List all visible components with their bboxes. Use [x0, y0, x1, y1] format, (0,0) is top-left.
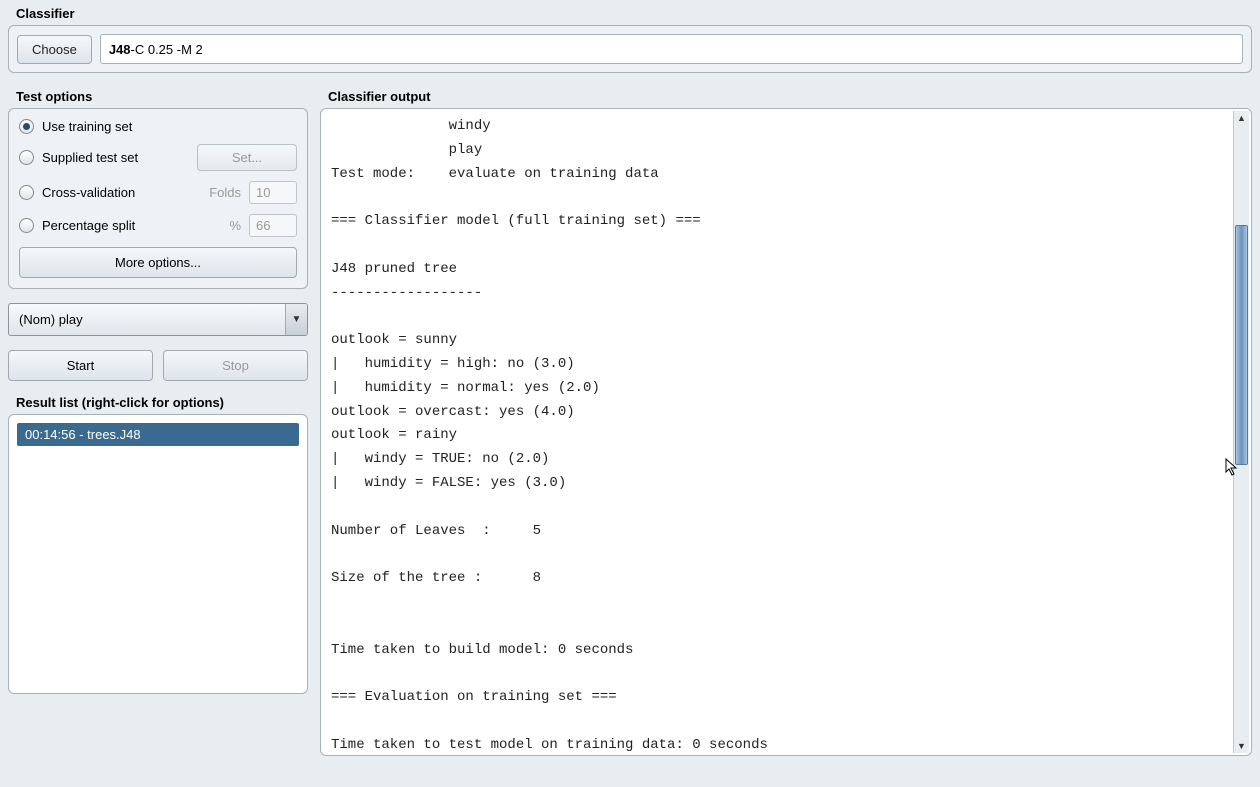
- label-use-training: Use training set: [42, 119, 297, 134]
- radio-cross-validation[interactable]: [19, 185, 34, 200]
- classifier-string[interactable]: J48 -C 0.25 -M 2: [100, 34, 1243, 64]
- choose-button[interactable]: Choose: [17, 35, 92, 64]
- classifier-params: -C 0.25 -M 2: [131, 42, 203, 57]
- classifier-title: Classifier: [8, 0, 1252, 25]
- test-options-title: Test options: [8, 83, 308, 108]
- scrollbar[interactable]: ▲ ▼: [1233, 111, 1249, 753]
- classifier-output-text[interactable]: windy play Test mode: evaluate on traini…: [323, 111, 1233, 753]
- label-supplied-test: Supplied test set: [42, 150, 189, 165]
- scroll-up-icon[interactable]: ▲: [1237, 111, 1246, 125]
- label-percentage-split: Percentage split: [42, 218, 193, 233]
- classifier-output-panel: windy play Test mode: evaluate on traini…: [320, 108, 1252, 756]
- start-button[interactable]: Start: [8, 350, 153, 381]
- class-attribute-select[interactable]: (Nom) play ▼: [8, 303, 308, 336]
- classifier-name: J48: [109, 42, 131, 57]
- scroll-down-icon[interactable]: ▼: [1237, 739, 1246, 753]
- set-button: Set...: [197, 144, 297, 171]
- result-item[interactable]: 00:14:56 - trees.J48: [17, 423, 299, 446]
- radio-supplied-test[interactable]: [19, 150, 34, 165]
- pct-label: %: [201, 218, 241, 233]
- radio-percentage-split[interactable]: [19, 218, 34, 233]
- result-list[interactable]: 00:14:56 - trees.J48: [8, 414, 308, 694]
- result-list-title: Result list (right-click for options): [8, 389, 308, 414]
- more-options-button[interactable]: More options...: [19, 247, 297, 278]
- folds-input[interactable]: [249, 181, 297, 204]
- class-attribute-value: (Nom) play: [9, 304, 285, 335]
- folds-label: Folds: [201, 185, 241, 200]
- label-cross-validation: Cross-validation: [42, 185, 193, 200]
- pct-input[interactable]: [249, 214, 297, 237]
- scroll-thumb[interactable]: [1235, 225, 1248, 465]
- output-title: Classifier output: [320, 83, 1252, 108]
- chevron-down-icon: ▼: [285, 304, 307, 335]
- scroll-track[interactable]: [1234, 125, 1249, 739]
- radio-use-training[interactable]: [19, 119, 34, 134]
- stop-button: Stop: [163, 350, 308, 381]
